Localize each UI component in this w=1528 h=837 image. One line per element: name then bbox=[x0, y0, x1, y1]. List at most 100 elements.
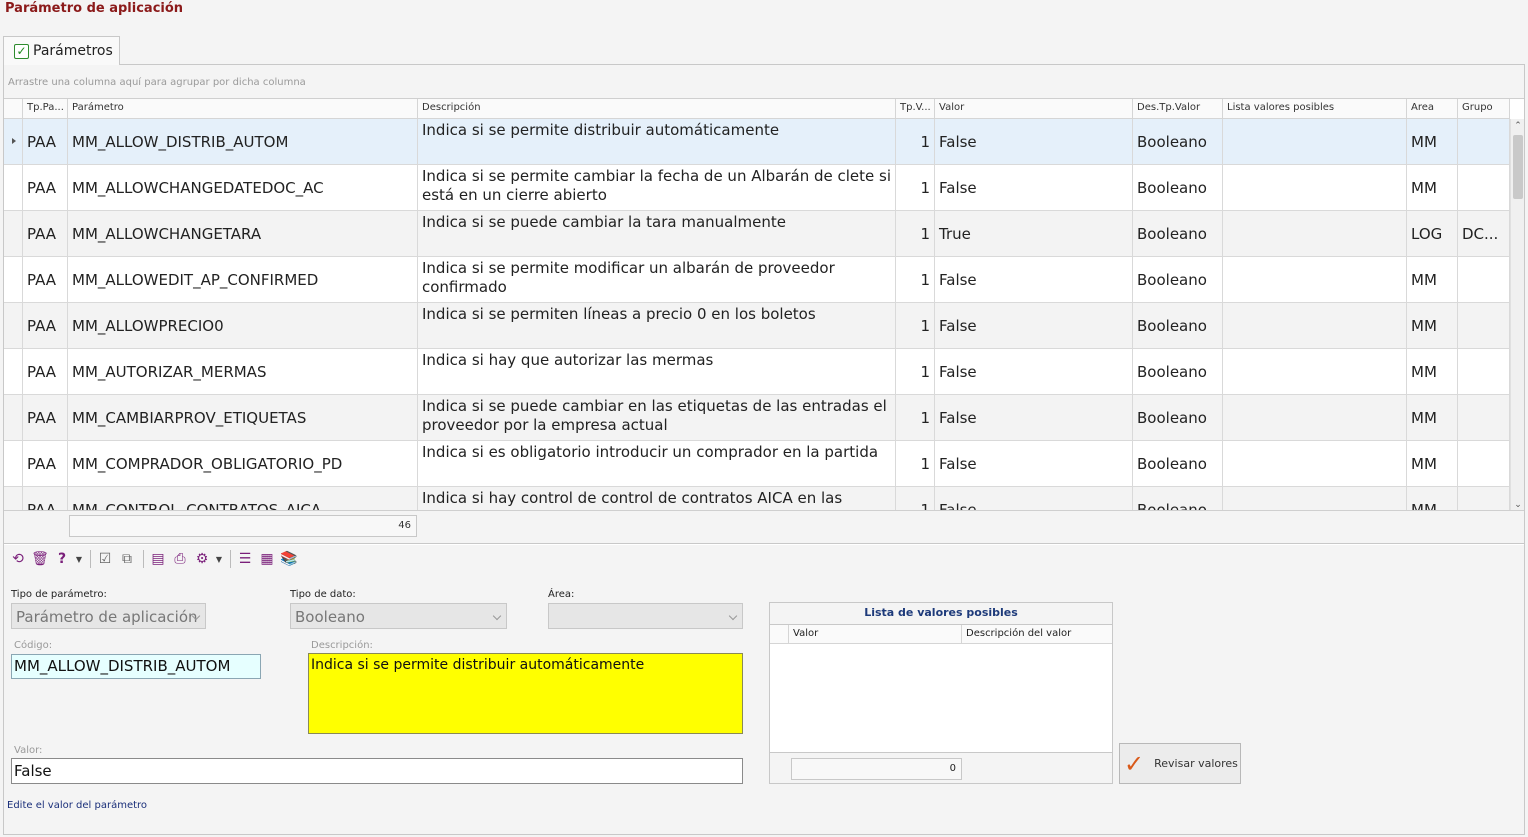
cell-grupo[interactable] bbox=[1458, 119, 1510, 165]
cell-tpv[interactable]: 1 bbox=[896, 441, 935, 487]
books-icon[interactable]: 📚 bbox=[279, 549, 299, 569]
document-icon[interactable]: ▤ bbox=[148, 549, 168, 569]
cell-area[interactable]: MM bbox=[1407, 165, 1458, 211]
cell-param[interactable]: MM_ALLOW_DISTRIB_AUTOM bbox=[68, 119, 418, 165]
cell-param[interactable]: MM_ALLOWPRECIO0 bbox=[68, 303, 418, 349]
lv-col-valor[interactable]: Valor bbox=[789, 625, 962, 644]
cell-valor[interactable]: False bbox=[935, 349, 1133, 395]
cell-valor[interactable]: False bbox=[935, 257, 1133, 303]
row-indicator[interactable] bbox=[4, 165, 23, 211]
valor-field[interactable]: False bbox=[11, 758, 743, 784]
cell-destp[interactable]: Booleano bbox=[1133, 395, 1223, 441]
cell-desc[interactable]: Indica si se puede cambiar en las etique… bbox=[418, 395, 896, 441]
row-indicator[interactable] bbox=[4, 441, 23, 487]
cell-area[interactable]: MM bbox=[1407, 395, 1458, 441]
cell-grupo[interactable] bbox=[1458, 395, 1510, 441]
cell-grupo[interactable] bbox=[1458, 349, 1510, 395]
refresh-icon[interactable]: ⟲ bbox=[8, 549, 28, 569]
cell-destp[interactable]: Booleano bbox=[1133, 257, 1223, 303]
cell-valor[interactable]: False bbox=[935, 487, 1133, 510]
col-header-grupo[interactable]: Grupo bbox=[1458, 99, 1510, 119]
cell-destp[interactable]: Booleano bbox=[1133, 303, 1223, 349]
cell-grupo[interactable] bbox=[1458, 303, 1510, 349]
cell-area[interactable]: MM bbox=[1407, 257, 1458, 303]
cell-tpv[interactable]: 1 bbox=[896, 211, 935, 257]
area-select[interactable] bbox=[548, 603, 743, 629]
cell-grupo[interactable] bbox=[1458, 165, 1510, 211]
cell-lista[interactable] bbox=[1223, 165, 1407, 211]
cell-param[interactable]: MM_ALLOWCHANGEDATEDOC_AC bbox=[68, 165, 418, 211]
cell-param[interactable]: MM_ALLOWCHANGETARA bbox=[68, 211, 418, 257]
tab-parametros[interactable]: ✓ Parámetros bbox=[3, 36, 120, 65]
descripcion-field[interactable]: Indica si se permite distribuir automáti… bbox=[308, 653, 743, 734]
col-header-tp[interactable]: Tp.Pa... bbox=[23, 99, 68, 119]
cell-tp[interactable]: PAA bbox=[23, 211, 68, 257]
table-row[interactable]: PAA MM_AUTORIZAR_MERMAS Indica si hay que … bbox=[4, 349, 1510, 395]
cell-desc[interactable]: Indica si hay que autorizar las mermas bbox=[418, 349, 896, 395]
dropdown-icon[interactable]: ▼ bbox=[214, 549, 224, 569]
cell-tpv[interactable]: 1 bbox=[896, 119, 935, 165]
tipo-dato-select[interactable]: Booleano bbox=[290, 603, 507, 629]
scroll-down-icon[interactable]: ⌄ bbox=[1511, 498, 1524, 510]
cell-grupo[interactable] bbox=[1458, 257, 1510, 303]
cell-area[interactable]: MM bbox=[1407, 487, 1458, 510]
cell-destp[interactable]: Booleano bbox=[1133, 165, 1223, 211]
table-row[interactable]: PAA MM_COMPRADOR_OBLIGATORIO_PD Indica si … bbox=[4, 441, 1510, 487]
cell-desc[interactable]: Indica si hay control de control de cont… bbox=[418, 487, 896, 510]
accept-icon[interactable]: ☑ bbox=[95, 549, 115, 569]
settings-icon[interactable]: ⚙ bbox=[192, 549, 212, 569]
cell-tpv[interactable]: 1 bbox=[896, 303, 935, 349]
cell-destp[interactable]: Booleano bbox=[1133, 441, 1223, 487]
calculator-icon[interactable]: ▦ bbox=[257, 549, 277, 569]
row-indicator[interactable] bbox=[4, 395, 23, 441]
cell-desc[interactable]: Indica si se puede cambiar la tara manua… bbox=[418, 211, 896, 257]
cell-grupo[interactable] bbox=[1458, 441, 1510, 487]
cell-param[interactable]: MM_CONTROL_CONTRATOS_AICA bbox=[68, 487, 418, 510]
cell-lista[interactable] bbox=[1223, 395, 1407, 441]
cell-destp[interactable]: Booleano bbox=[1133, 487, 1223, 510]
row-indicator[interactable] bbox=[4, 257, 23, 303]
cell-param[interactable]: MM_COMPRADOR_OBLIGATORIO_PD bbox=[68, 441, 418, 487]
cell-desc[interactable]: Indica si se permite modificar un albará… bbox=[418, 257, 896, 303]
cell-valor[interactable]: False bbox=[935, 395, 1133, 441]
row-indicator[interactable] bbox=[4, 487, 23, 510]
cell-tp[interactable]: PAA bbox=[23, 441, 68, 487]
cell-desc[interactable]: Indica si se permite distribuir automáti… bbox=[418, 119, 896, 165]
table-row[interactable]: PAA MM_ALLOWCHANGEDATEDOC_AC Indica si se … bbox=[4, 165, 1510, 211]
help-icon[interactable]: ? bbox=[52, 549, 72, 569]
cell-tp[interactable]: PAA bbox=[23, 349, 68, 395]
cell-lista[interactable] bbox=[1223, 257, 1407, 303]
cell-tpv[interactable]: 1 bbox=[896, 349, 935, 395]
cell-desc[interactable]: Indica si se permiten líneas a precio 0 … bbox=[418, 303, 896, 349]
table-row[interactable]: PAA MM_ALLOWPRECIO0 Indica si se permiten … bbox=[4, 303, 1510, 349]
cell-area[interactable]: MM bbox=[1407, 441, 1458, 487]
cell-area[interactable]: MM bbox=[1407, 119, 1458, 165]
dropdown-icon[interactable]: ▼ bbox=[74, 549, 84, 569]
cell-param[interactable]: MM_AUTORIZAR_MERMAS bbox=[68, 349, 418, 395]
table-row[interactable]: PAA MM_CAMBIARPROV_ETIQUETAS Indica si se … bbox=[4, 395, 1510, 441]
cell-tp[interactable]: PAA bbox=[23, 487, 68, 510]
cell-lista[interactable] bbox=[1223, 303, 1407, 349]
revisar-valores-button[interactable]: ✓ Revisar valores bbox=[1119, 743, 1241, 784]
table-row[interactable]: PAA MM_ALLOWCHANGETARA Indica si se puede … bbox=[4, 211, 1510, 257]
cell-grupo[interactable]: DC... bbox=[1458, 211, 1510, 257]
col-header-lista[interactable]: Lista valores posibles bbox=[1223, 99, 1407, 119]
cell-tp[interactable]: PAA bbox=[23, 165, 68, 211]
lv-col-descripcion[interactable]: Descripción del valor bbox=[962, 625, 1112, 644]
delete-icon[interactable]: 🗑 bbox=[30, 549, 50, 569]
col-header-destpvalor[interactable]: Des.Tp.Valor bbox=[1133, 99, 1223, 119]
cell-tpv[interactable]: 1 bbox=[896, 487, 935, 510]
cell-lista[interactable] bbox=[1223, 119, 1407, 165]
cell-desc[interactable]: Indica si es obligatorio introducir un c… bbox=[418, 441, 896, 487]
col-header-valor[interactable]: Valor bbox=[935, 99, 1133, 119]
cell-area[interactable]: MM bbox=[1407, 349, 1458, 395]
cell-destp[interactable]: Booleano bbox=[1133, 119, 1223, 165]
vertical-scrollbar[interactable]: ⌃ ⌄ bbox=[1510, 119, 1524, 510]
print-icon[interactable]: ⎙ bbox=[170, 549, 190, 569]
cell-valor[interactable]: False bbox=[935, 165, 1133, 211]
scroll-thumb[interactable] bbox=[1513, 135, 1523, 199]
cell-tp[interactable]: PAA bbox=[23, 119, 68, 165]
table-row[interactable]: PAA MM_ALLOWEDIT_AP_CONFIRMED Indica si se… bbox=[4, 257, 1510, 303]
row-indicator[interactable] bbox=[4, 303, 23, 349]
cell-destp[interactable]: Booleano bbox=[1133, 349, 1223, 395]
